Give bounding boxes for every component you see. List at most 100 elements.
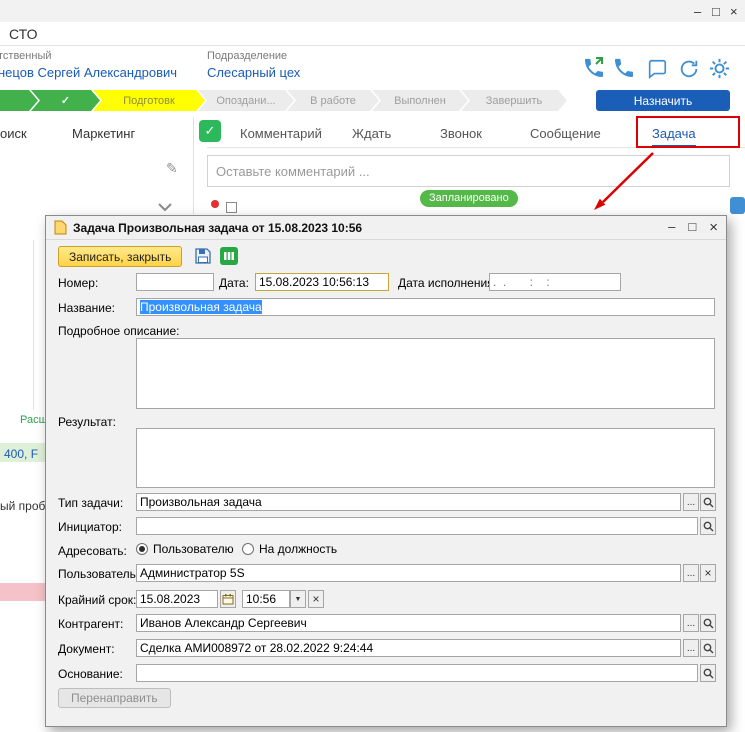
screen: – □ × СТО тственный нецов Сергей Алексан… bbox=[0, 0, 745, 732]
highlight-row-pink bbox=[0, 583, 45, 601]
deadline-time-input[interactable] bbox=[242, 590, 290, 608]
chat-icon[interactable] bbox=[646, 58, 668, 80]
time-dropdown-button[interactable]: ▼ bbox=[290, 590, 306, 608]
responsible-value[interactable]: нецов Сергей Александрович bbox=[0, 65, 177, 80]
app-close-button[interactable]: × bbox=[730, 4, 738, 19]
background-fragment-rash: Расш bbox=[20, 414, 47, 426]
stage-finish[interactable]: Завершить bbox=[461, 90, 567, 111]
settings-gear-icon[interactable] bbox=[708, 57, 731, 80]
panel-divider bbox=[193, 118, 194, 214]
tab-marketing[interactable]: Маркетинг bbox=[72, 126, 135, 141]
name-input[interactable]: Произвольная задача bbox=[136, 298, 715, 316]
chat-check-icon[interactable]: ✓ bbox=[199, 120, 221, 142]
comment-input[interactable] bbox=[207, 155, 730, 187]
app-maximize-button[interactable]: □ bbox=[712, 4, 720, 19]
result-textarea[interactable] bbox=[136, 428, 715, 488]
stage-finish-label: Завершить bbox=[486, 95, 542, 107]
contractor-ellipsis-button[interactable]: ... bbox=[683, 614, 699, 632]
contractor-label: Контрагент: bbox=[58, 617, 123, 631]
task-type-label: Тип задачи: bbox=[58, 496, 123, 510]
initiator-input[interactable] bbox=[136, 517, 698, 535]
app-minimize-button[interactable]: – bbox=[694, 4, 701, 19]
tab-call[interactable]: Звонок bbox=[440, 126, 482, 141]
address-user-option[interactable]: Пользователю bbox=[136, 542, 234, 556]
responsible-label: тственный bbox=[0, 50, 52, 62]
contractor-search-button[interactable] bbox=[700, 614, 716, 632]
stage-done-1[interactable] bbox=[0, 90, 38, 111]
stage-completed[interactable]: Выполнен bbox=[372, 90, 468, 111]
description-textarea[interactable] bbox=[136, 338, 715, 409]
dialog-maximize-button[interactable]: □ bbox=[688, 219, 696, 236]
deadline-label: Крайний срок: bbox=[58, 593, 136, 607]
floppy-icon bbox=[194, 247, 212, 265]
stage-inwork[interactable]: В работе bbox=[287, 90, 379, 111]
user-label: Пользователь: bbox=[58, 567, 139, 581]
stage-preparing[interactable]: Подготовк bbox=[93, 90, 205, 111]
number-label: Номер: bbox=[58, 276, 98, 290]
radio-user[interactable] bbox=[136, 543, 148, 555]
date-input[interactable] bbox=[255, 273, 389, 291]
exec-date-input[interactable] bbox=[489, 273, 621, 291]
stage-late[interactable]: Опоздани... bbox=[198, 90, 294, 111]
document-ellipsis-button[interactable]: ... bbox=[683, 639, 699, 657]
tab-wait[interactable]: Ждать bbox=[352, 126, 391, 141]
save-close-button[interactable]: Записать, закрыть bbox=[58, 246, 182, 267]
app-title: СТО bbox=[9, 26, 37, 42]
planner-icon bbox=[220, 247, 238, 265]
radio-user-label: Пользователю bbox=[153, 542, 234, 556]
save-button[interactable] bbox=[192, 247, 214, 267]
document-input[interactable] bbox=[136, 639, 681, 657]
dialog-close-button[interactable]: × bbox=[709, 219, 718, 236]
document-search-button[interactable] bbox=[700, 639, 716, 657]
basis-input[interactable] bbox=[136, 664, 698, 682]
tab-search[interactable]: оиск bbox=[0, 126, 27, 141]
magnifier-icon bbox=[703, 668, 714, 679]
stage-done-2[interactable]: ✓ bbox=[31, 90, 100, 111]
user-ellipsis-button[interactable]: ... bbox=[683, 564, 699, 582]
initiator-search-button[interactable] bbox=[700, 517, 716, 535]
description-label: Подробное описание: bbox=[58, 324, 179, 338]
assign-button[interactable]: Назначить bbox=[596, 90, 730, 111]
magnifier-icon bbox=[703, 643, 714, 654]
radio-position[interactable] bbox=[242, 543, 254, 555]
call-icon[interactable] bbox=[612, 56, 636, 80]
call-transfer-icon[interactable] bbox=[582, 56, 606, 80]
background-fragment-400f[interactable]: 400, F bbox=[4, 447, 38, 461]
basis-label: Основание: bbox=[58, 667, 123, 681]
notification-badge bbox=[211, 200, 219, 208]
name-label: Название: bbox=[58, 301, 115, 315]
task-type-search-button[interactable] bbox=[700, 493, 716, 511]
address-label: Адресовать: bbox=[58, 544, 127, 558]
planned-badge: Запланировано bbox=[420, 190, 518, 207]
stage-check-icon: ✓ bbox=[61, 94, 70, 107]
task-dialog-titlebar[interactable]: Задача Произвольная задача от 15.08.2023… bbox=[46, 216, 726, 240]
item-checkbox[interactable] bbox=[226, 202, 237, 213]
calendar-button[interactable] bbox=[220, 590, 236, 608]
refresh-icon[interactable] bbox=[678, 58, 700, 80]
tab-message[interactable]: Сообщение bbox=[530, 126, 601, 141]
redirect-button[interactable]: Перенаправить bbox=[58, 688, 171, 708]
edit-pencil-icon[interactable]: ✎ bbox=[166, 160, 178, 177]
task-type-input[interactable] bbox=[136, 493, 681, 511]
planner-button[interactable] bbox=[218, 247, 240, 267]
dialog-minimize-button[interactable]: – bbox=[668, 219, 675, 236]
number-input[interactable] bbox=[136, 273, 214, 291]
address-position-option[interactable]: На должность bbox=[242, 542, 337, 556]
magnifier-icon bbox=[703, 497, 714, 508]
deadline-date-input[interactable] bbox=[136, 590, 218, 608]
contractor-input[interactable] bbox=[136, 614, 681, 632]
chat-bubble-icon[interactable] bbox=[730, 197, 745, 214]
user-clear-button[interactable]: × bbox=[700, 564, 716, 582]
chevron-down-icon[interactable] bbox=[158, 203, 172, 212]
basis-search-button[interactable] bbox=[700, 664, 716, 682]
task-type-ellipsis-button[interactable]: ... bbox=[683, 493, 699, 511]
stage-completed-label: Выполнен bbox=[394, 95, 446, 107]
tab-comment[interactable]: Комментарий bbox=[240, 126, 322, 141]
deadline-clear-button[interactable]: × bbox=[308, 590, 324, 608]
date-label: Дата: bbox=[219, 276, 249, 290]
radio-position-label: На должность bbox=[259, 542, 337, 556]
magnifier-icon bbox=[703, 618, 714, 629]
department-value[interactable]: Слесарный цех bbox=[207, 65, 300, 80]
user-input[interactable] bbox=[136, 564, 681, 582]
department-label: Подразделение bbox=[207, 50, 287, 62]
